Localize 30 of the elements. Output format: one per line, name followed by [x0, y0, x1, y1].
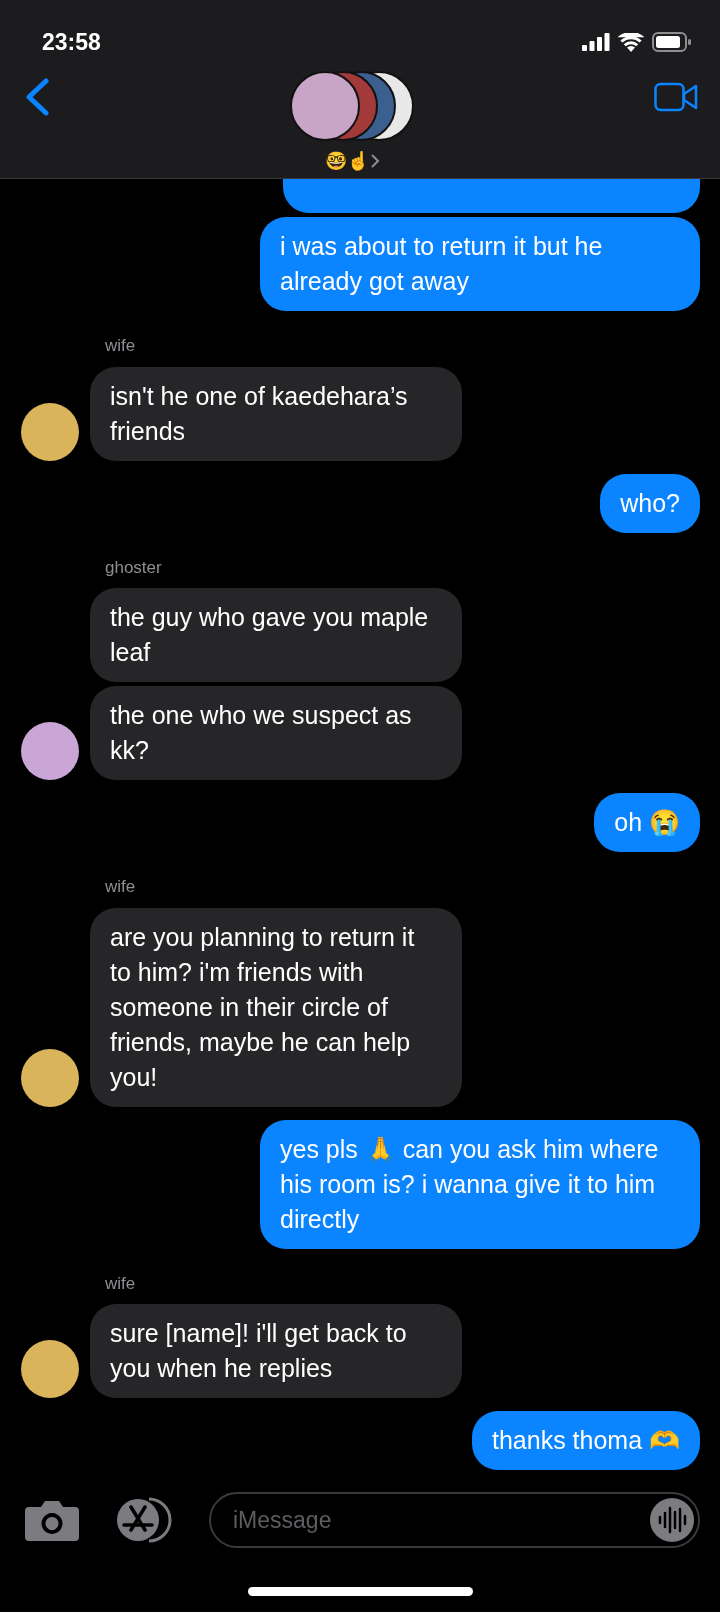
back-icon[interactable] [24, 78, 50, 116]
sender-name: wife [104, 1272, 137, 1295]
signal-icon [582, 33, 610, 51]
status-time: 23:58 [42, 27, 101, 57]
sender-name: ghoster [104, 556, 163, 579]
sender-name: wife [104, 335, 137, 357]
message-input-field[interactable]: iMessage [209, 1492, 700, 1548]
group-title[interactable]: 🤓☝ [324, 150, 369, 172]
avatar[interactable] [21, 1048, 79, 1107]
message-bubble: thanks thoma 🫶 [471, 1411, 700, 1470]
audio-message-icon[interactable] [650, 1498, 694, 1542]
message-bubble: the guy who gave you maple leaf [90, 588, 462, 682]
avatar[interactable] [21, 722, 79, 780]
message-bubble: isn't he one of kaedehara’s friends [90, 366, 462, 461]
chevron-icon[interactable] [370, 154, 380, 168]
wifi-icon [618, 32, 644, 52]
message-bubble: sure [name]! i'll get back to you when he replies [90, 1304, 462, 1398]
sender-name: wife [104, 876, 137, 898]
group-avatar-drawing[interactable] [289, 70, 415, 142]
battery-icon [652, 32, 692, 52]
avatar[interactable] [21, 402, 79, 461]
message-bubble: the one who we suspect as kk? [90, 686, 462, 780]
message-bubble: i was about to return it but he already got away [260, 217, 700, 311]
message-bubble: yes pls 🙏 can you ask him where his room is? i wanna give it to him directly [260, 1119, 700, 1249]
message-bubble: are you planning to return it to him? i'm friends with someone in their circle of friends, maybe he can help you! [90, 907, 462, 1107]
video-call-icon[interactable] [654, 82, 698, 112]
message-bubble: who? [600, 473, 700, 533]
camera-icon[interactable] [25, 1499, 79, 1541]
message-bubble: oh 😭 [594, 793, 700, 852]
avatar[interactable] [21, 1340, 79, 1398]
